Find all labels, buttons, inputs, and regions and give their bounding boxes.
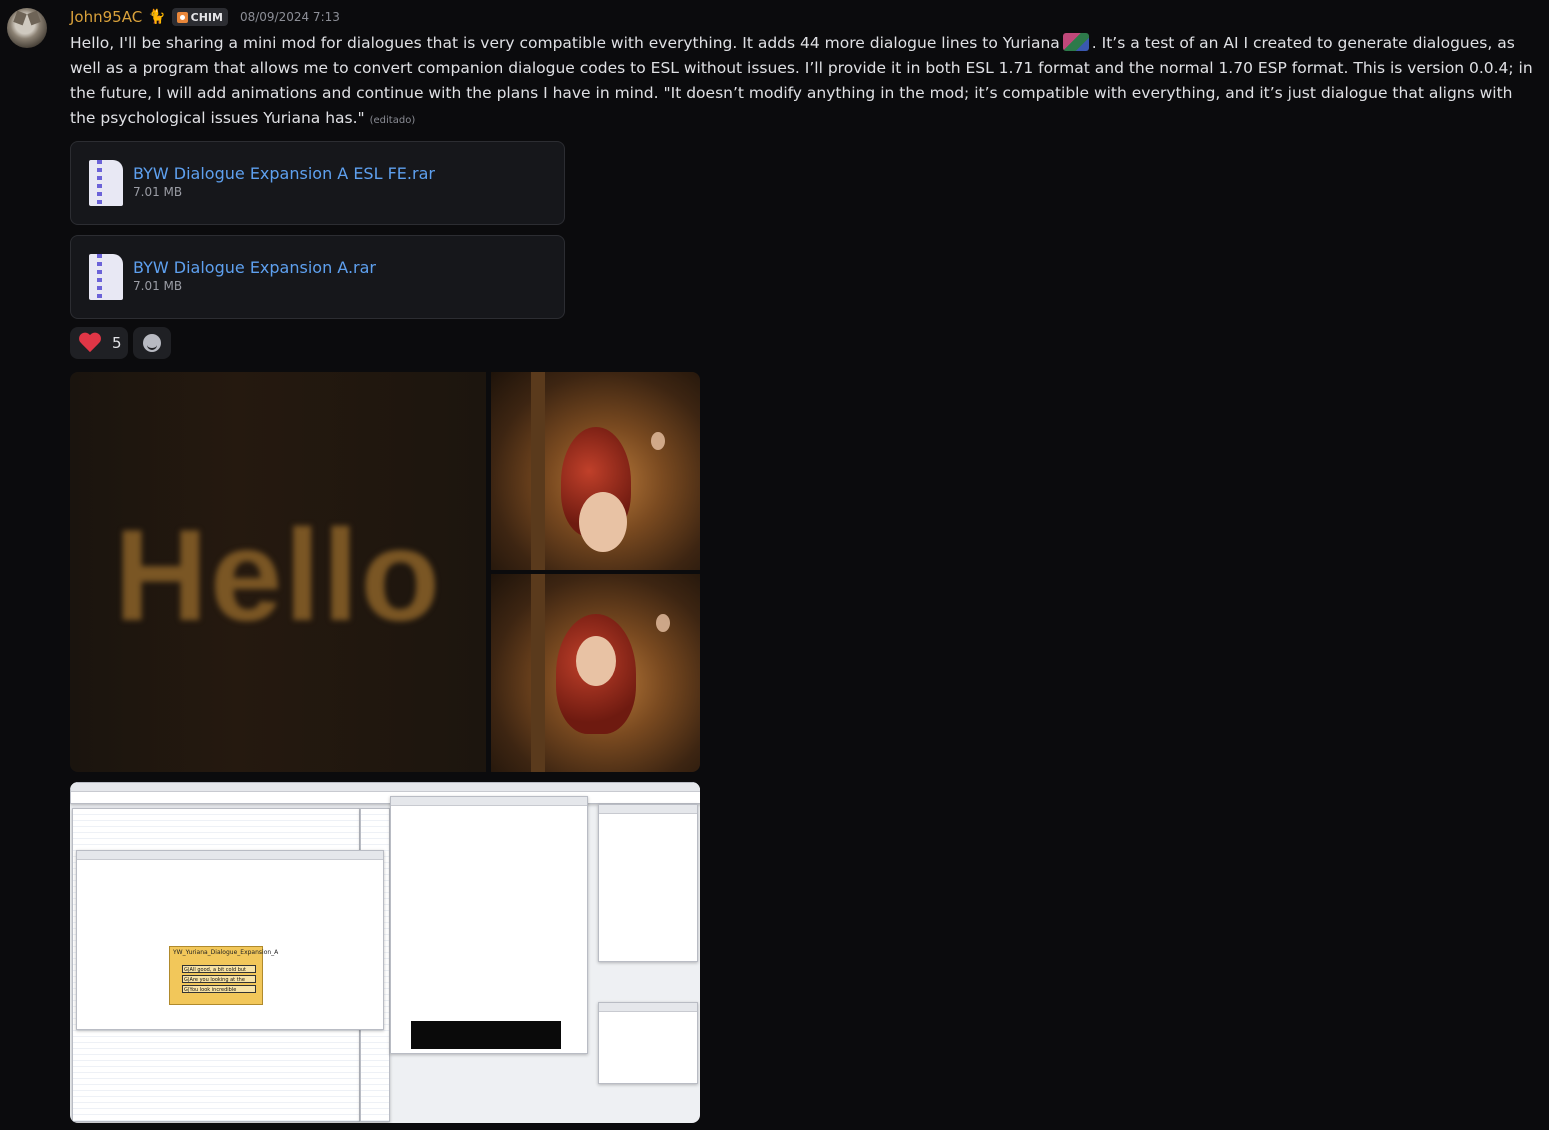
heart-icon bbox=[78, 332, 102, 354]
cat-icon: 🐈 bbox=[148, 9, 166, 25]
quest-dialogue-window: YW_Yuriana_Dialogue_Expansion_A G|All go… bbox=[76, 850, 384, 1030]
hello-gif-image[interactable]: Hello bbox=[70, 372, 486, 772]
message-body: Hello, I'll be sharing a mini mod for di… bbox=[70, 31, 1538, 133]
zip-file-icon bbox=[89, 254, 123, 300]
background-figure bbox=[651, 432, 665, 450]
timestamp[interactable]: 08/09/2024 7:13 bbox=[240, 10, 340, 24]
add-reaction-button[interactable] bbox=[133, 327, 171, 359]
side-window bbox=[598, 1002, 698, 1084]
ck-toolbar bbox=[70, 782, 700, 804]
web-client-window bbox=[390, 796, 588, 1054]
titlebar bbox=[391, 797, 587, 806]
game-screenshot-image[interactable] bbox=[491, 372, 700, 570]
dialogue-line: G|Are you looking at the bbox=[182, 975, 256, 983]
dialogue-line: G|All good, a bit cold but bbox=[182, 965, 256, 973]
reaction-count: 5 bbox=[112, 334, 122, 352]
file-name-link[interactable]: BYW Dialogue Expansion A.rar bbox=[133, 258, 376, 277]
role-tag-label: CHIM bbox=[190, 10, 223, 24]
file-size: 7.01 MB bbox=[133, 279, 183, 293]
cat-ear bbox=[13, 10, 27, 26]
role-tag[interactable]: CHIM bbox=[171, 8, 228, 26]
titlebar bbox=[599, 1003, 697, 1012]
message-text: Hello, I'll be sharing a mini mod for di… bbox=[70, 34, 1060, 52]
user-avatar[interactable] bbox=[7, 8, 47, 48]
dialogue-topic-note: YW_Yuriana_Dialogue_Expansion_A G|All go… bbox=[169, 946, 278, 1005]
titlebar bbox=[71, 783, 700, 792]
game-screenshot-image[interactable] bbox=[491, 574, 700, 772]
file-attachment[interactable]: BYW Dialogue Expansion A ESL FE.rar 7.01… bbox=[70, 141, 565, 225]
custom-emoji-icon[interactable] bbox=[1062, 33, 1089, 51]
mushroom-icon bbox=[176, 11, 188, 23]
titlebar bbox=[77, 851, 383, 860]
wooden-beam bbox=[531, 372, 545, 570]
wooden-beam bbox=[531, 574, 545, 772]
subtitle-caption bbox=[491, 757, 700, 764]
smiley-icon bbox=[143, 334, 161, 352]
titlebar bbox=[599, 805, 697, 814]
cat-ear bbox=[27, 10, 41, 26]
side-window bbox=[598, 804, 698, 962]
username[interactable]: John95AC bbox=[70, 8, 142, 26]
file-name-link[interactable]: BYW Dialogue Expansion A ESL FE.rar bbox=[133, 164, 435, 183]
zip-file-icon bbox=[89, 160, 123, 206]
character-figure bbox=[579, 492, 627, 552]
gif-text: Hello bbox=[114, 502, 442, 648]
background-figure bbox=[656, 614, 670, 632]
dialogue-line: G|You look incredible bbox=[182, 985, 256, 993]
edited-label: (editado) bbox=[369, 115, 416, 126]
desktop-screenshot-image[interactable]: YW_Yuriana_Dialogue_Expansion_A G|All go… bbox=[70, 782, 700, 1123]
character-face bbox=[576, 636, 616, 686]
file-attachment[interactable]: BYW Dialogue Expansion A.rar 7.01 MB bbox=[70, 235, 565, 319]
file-size: 7.01 MB bbox=[133, 185, 183, 199]
terminal-panel bbox=[411, 1021, 561, 1049]
note-title: YW_Yuriana_Dialogue_Expansion_A bbox=[173, 949, 279, 956]
message-header: John95AC 🐈 CHIM 08/09/2024 7:13 bbox=[70, 6, 340, 28]
heart-reaction-button[interactable]: 5 bbox=[70, 327, 128, 359]
